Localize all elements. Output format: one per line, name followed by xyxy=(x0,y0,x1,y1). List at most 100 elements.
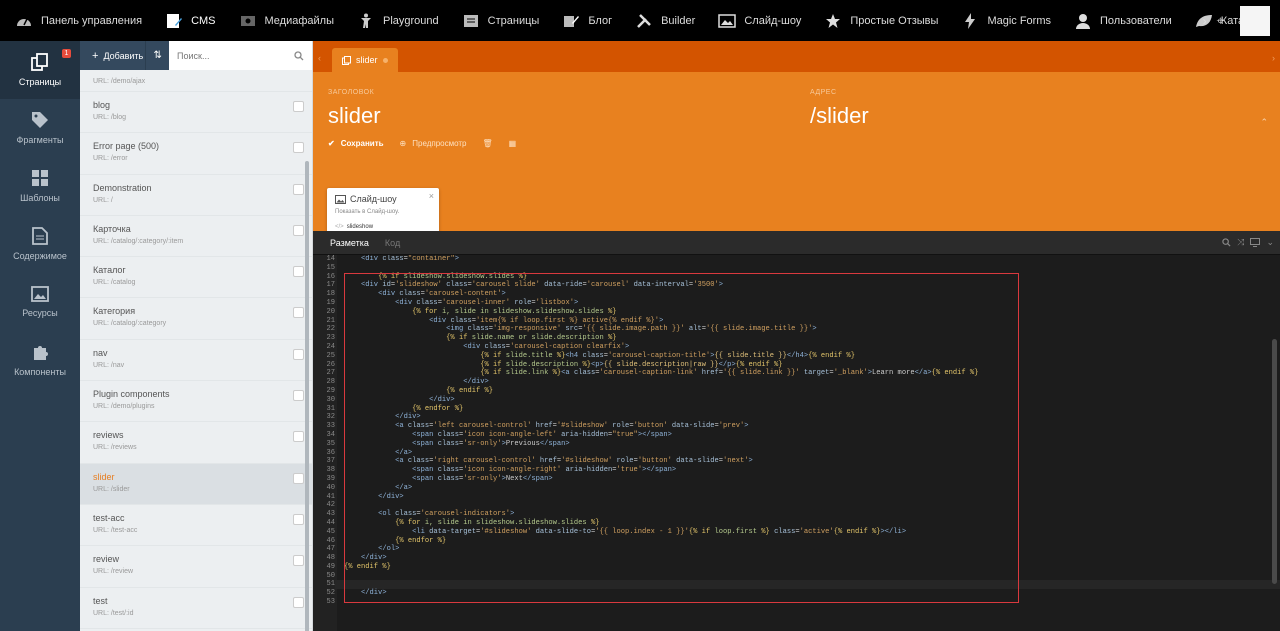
page-checkbox[interactable] xyxy=(293,101,304,112)
add-page-button[interactable]: + Добавить xyxy=(80,41,145,70)
nav-item-playground[interactable]: Playground xyxy=(345,0,450,41)
tab-scroll-right-icon[interactable]: › xyxy=(1272,53,1275,63)
search-icon[interactable] xyxy=(294,50,304,61)
page-list-item[interactable]: slider URL: /slider xyxy=(80,463,312,505)
code-text: </div> xyxy=(463,378,489,387)
page-checkbox[interactable] xyxy=(293,266,304,278)
nav-item-media[interactable]: Медиафайлы xyxy=(227,0,345,41)
line-number: 18 xyxy=(313,290,335,299)
nav-item-users[interactable]: Пользователи xyxy=(1062,0,1183,41)
page-list-item[interactable]: test URL: /test/:id xyxy=(80,588,312,629)
sort-button[interactable]: ⇅ xyxy=(145,41,169,70)
chevron-down-icon[interactable]: ⌄ xyxy=(1266,237,1274,248)
code-text: {% if slideshow.slideshow.slides %} xyxy=(378,272,528,281)
page-checkbox[interactable] xyxy=(293,555,304,567)
sidebar-item-3[interactable]: Содержимое xyxy=(0,215,80,273)
page-list-item[interactable]: URL: /demo/ajax xyxy=(80,70,312,92)
avatar[interactable] xyxy=(1240,5,1270,36)
title-field[interactable]: slider xyxy=(328,103,381,129)
nav-item-cms[interactable]: CMS xyxy=(153,0,226,41)
page-title: blog xyxy=(93,100,111,110)
page-icon xyxy=(342,55,351,65)
code-line: 26 {% if slide.description %}<p>{{ slide… xyxy=(313,360,1280,370)
page-list-item[interactable]: Каталог URL: /catalog xyxy=(80,257,312,299)
code-line: 43 <ol class='carousel-indicators'> xyxy=(313,510,1280,519)
sidebar-item-0[interactable]: Страницы 1 xyxy=(0,41,80,99)
code-line: 17 <div id='slideshow' class='carousel s… xyxy=(313,281,1280,291)
search-icon[interactable] xyxy=(1222,238,1231,247)
delete-button[interactable]: 🗑 xyxy=(483,139,493,148)
sidebar-item-4[interactable]: Ресурсы xyxy=(0,273,80,331)
sidebar-item-1[interactable]: Фрагменты xyxy=(0,99,80,157)
page-list-item[interactable]: Карточка URL: /catalog/:category/:item xyxy=(80,216,312,258)
code-line: 18 <div class='carousel-content'> xyxy=(313,290,1280,299)
tab-markup[interactable]: Разметка xyxy=(322,238,377,248)
tab-scroll-left-icon[interactable]: ‹ xyxy=(318,53,321,63)
nav-item-blog[interactable]: Блог xyxy=(550,0,623,41)
nav-item-dashboard[interactable]: Панель управления xyxy=(0,0,153,41)
page-header-form: ЗАГОЛОВОК slider АДРЕС /slider ⌃ ✔ Сохран… xyxy=(313,72,1280,245)
page-list-item[interactable]: reviews URL: /reviews xyxy=(80,422,312,464)
page-checkbox[interactable] xyxy=(293,224,304,236)
code-text: </div> xyxy=(378,492,404,501)
star-icon xyxy=(823,12,843,30)
page-checkbox[interactable] xyxy=(293,307,304,319)
sidebar-item-label: Шаблоны xyxy=(20,193,60,203)
page-title: slider xyxy=(93,471,115,482)
page-list-item[interactable]: Категория URL: /catalog/:category xyxy=(80,298,312,340)
page-list-item[interactable]: blog URL: /blog xyxy=(80,92,312,134)
tab-slider[interactable]: slider xyxy=(332,48,398,72)
page-checkbox[interactable] xyxy=(293,596,304,608)
line-number: 35 xyxy=(313,439,335,449)
close-icon[interactable]: × xyxy=(429,191,434,201)
cms-sidebar: Страницы 1 Фрагменты Шаблоны Содержимое Ресур… xyxy=(0,41,80,631)
page-checkbox[interactable] xyxy=(293,513,304,525)
page-checkbox[interactable] xyxy=(293,183,304,195)
line-number: 44 xyxy=(313,518,335,528)
nav-item-slideshow[interactable]: Слайд-шоу xyxy=(706,0,812,41)
line-number: 27 xyxy=(313,369,335,379)
url-field[interactable]: /slider xyxy=(810,103,869,129)
page-checkbox[interactable] xyxy=(293,431,304,443)
code-text: {% endif %} xyxy=(344,562,391,571)
page-title: test-acc xyxy=(93,512,125,523)
page-list-item[interactable]: Plugin components URL: /demo/plugins xyxy=(80,381,312,423)
preview-button[interactable]: ⊕ Предпросмотр xyxy=(400,139,467,148)
code-editor[interactable]: 14 <div class="container"> 15 16 {% if sli… xyxy=(313,255,1280,631)
monitor-icon[interactable] xyxy=(1250,238,1261,247)
sidebar-item-2[interactable]: Шаблоны xyxy=(0,157,80,215)
save-label: Сохранить xyxy=(340,139,384,148)
page-list-item[interactable]: review URL: /review xyxy=(80,546,312,588)
code-scrollbar[interactable] xyxy=(1272,339,1277,584)
nav-item-bolt[interactable]: Magic Forms xyxy=(949,0,1062,41)
nav-more-chevron-icon[interactable]: › xyxy=(1203,14,1207,28)
collapse-chevron-icon[interactable]: ⌃ xyxy=(1260,117,1268,128)
page-list-item[interactable]: Error page (500) URL: /error xyxy=(80,133,312,175)
calendar-button[interactable]: ▦ xyxy=(509,139,517,148)
sidebar-item-label: Содержимое xyxy=(13,251,67,261)
page-list-item[interactable]: test-acc URL: /test-acc xyxy=(80,505,312,547)
tab-code[interactable]: Код xyxy=(377,238,408,248)
page-checkbox[interactable] xyxy=(293,348,304,360)
page-list-item[interactable]: nav URL: /nav xyxy=(80,340,312,382)
nav-item-builder[interactable]: Builder xyxy=(623,0,706,41)
nav-item-star[interactable]: Простые Отзывы xyxy=(812,0,949,41)
tag-icon xyxy=(32,112,48,128)
save-button[interactable]: ✔ Сохранить xyxy=(328,139,384,148)
page-checkbox[interactable] xyxy=(293,142,304,154)
nav-item-pages[interactable]: Страницы xyxy=(450,0,551,41)
code-toolbar-icons: ⤨ ⌄ xyxy=(1222,237,1274,248)
code-text: <a class='right carousel-control' href='… xyxy=(395,457,753,466)
sidebar-item-5[interactable]: Компоненты xyxy=(0,331,80,389)
page-title: Каталог xyxy=(93,265,126,276)
page-list-item[interactable]: Demonstration URL: / xyxy=(80,175,312,216)
crosshair-icon[interactable]: ⌖ xyxy=(1217,13,1224,29)
code-text: {% endfor %} xyxy=(412,404,464,413)
code-line: 36 </a> xyxy=(313,448,1280,458)
shuffle-icon[interactable]: ⤨ xyxy=(1237,237,1244,248)
page-list-scrollbar[interactable] xyxy=(305,161,309,631)
page-checkbox[interactable] xyxy=(293,472,304,484)
page-checkbox[interactable] xyxy=(293,390,304,402)
code-text: <span class='icon icon-angle-left' aria-… xyxy=(412,430,672,439)
search-input[interactable] xyxy=(177,50,294,61)
